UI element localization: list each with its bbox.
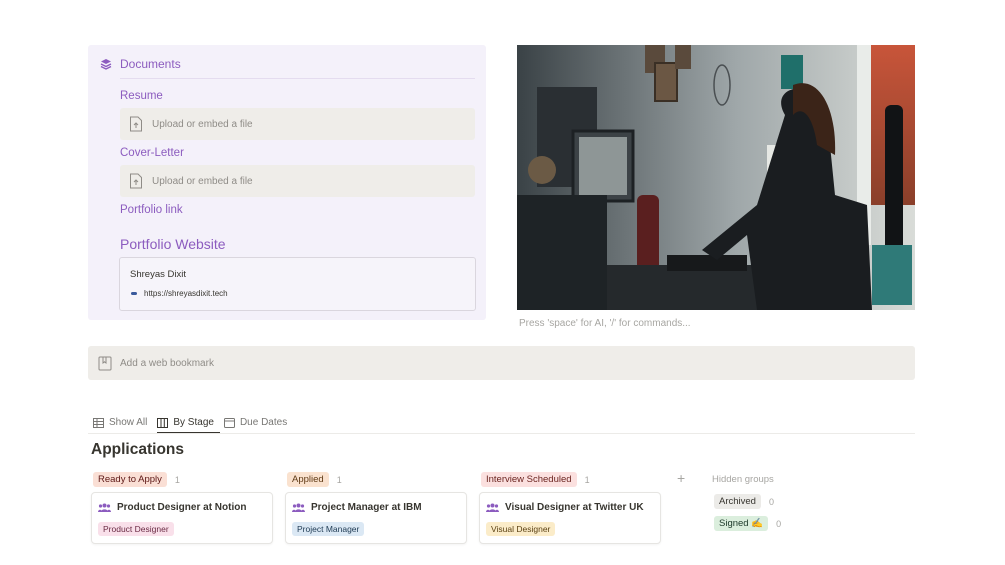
group-tag: Interview Scheduled (481, 472, 577, 487)
tab-label: By Stage (173, 417, 214, 428)
layers-icon (100, 59, 112, 70)
group-tag: Archived (714, 494, 761, 509)
group-tag: Signed ✍️ (714, 516, 769, 531)
card-title-row: Project Manager at IBM (292, 502, 422, 513)
file-upload-icon (130, 116, 142, 132)
documents-title: Documents (120, 57, 181, 71)
add-group-button[interactable]: + (677, 470, 685, 486)
card-title: Visual Designer at Twitter UK (505, 502, 644, 513)
hidden-groups-title: Hidden groups (712, 474, 774, 485)
resume-label: Resume (120, 90, 163, 102)
group-count: 1 (584, 474, 590, 485)
board-group-header[interactable]: Interview Scheduled 1 (481, 472, 590, 487)
bookmark-icon (98, 356, 112, 370)
upload-text: Upload or embed a file (152, 175, 253, 187)
editor-placeholder[interactable]: Press 'space' for AI, '/' for commands..… (519, 318, 691, 329)
tab-label: Due Dates (239, 417, 288, 428)
cover-letter-label: Cover-Letter (120, 147, 184, 159)
cover-letter-upload[interactable]: Upload or embed a file (120, 165, 475, 197)
board-card[interactable]: Project Manager at IBM Project Manager (285, 492, 467, 544)
board-group-header[interactable]: Ready to Apply 1 (93, 472, 180, 487)
role-tag: Visual Designer (486, 522, 556, 536)
divider (88, 433, 915, 434)
role-tag: Product Designer (98, 522, 174, 536)
portfolio-bookmark-card[interactable]: Shreyas Dixit https://shreyasdixit.tech (119, 257, 476, 311)
people-icon (486, 503, 499, 512)
group-count: 0 (776, 518, 782, 529)
bookmark-url-text: https://shreyasdixit.tech (144, 289, 228, 298)
board-card[interactable]: Visual Designer at Twitter UK Visual Des… (479, 492, 661, 544)
link-icon (131, 292, 137, 295)
group-count: 1 (174, 474, 180, 485)
bookmark-title: Shreyas Dixit (130, 269, 186, 280)
cover-photo (517, 45, 915, 310)
people-icon (98, 503, 111, 512)
hidden-group-row[interactable]: Archived 0 (714, 494, 774, 509)
group-count: 1 (336, 474, 342, 485)
card-title-row: Product Designer at Notion (98, 502, 246, 513)
divider (120, 78, 475, 79)
people-icon (292, 503, 305, 512)
portfolio-link-label: Portfolio link (120, 204, 183, 216)
tab-by-stage[interactable]: By Stage (157, 413, 220, 434)
web-bookmark-text: Add a web bookmark (120, 357, 214, 369)
group-tag: Applied (287, 472, 329, 487)
group-tag: Ready to Apply (93, 472, 167, 487)
calendar-icon (223, 417, 235, 428)
board-group-header[interactable]: Applied 1 (287, 472, 342, 487)
view-tabs: Show All By Stage Due Dates (93, 413, 297, 434)
board-card[interactable]: Product Designer at Notion Product Desig… (91, 492, 273, 544)
resume-upload[interactable]: Upload or embed a file (120, 108, 475, 140)
tab-show-all[interactable]: Show All (93, 413, 153, 432)
card-title: Project Manager at IBM (311, 502, 422, 513)
portfolio-website-title: Portfolio Website (120, 236, 226, 252)
web-bookmark-block[interactable]: Add a web bookmark (88, 346, 915, 380)
hidden-group-row[interactable]: Signed ✍️ 0 (714, 516, 781, 531)
card-title-row: Visual Designer at Twitter UK (486, 502, 644, 513)
documents-heading: Documents (100, 57, 181, 71)
database-title[interactable]: Applications (91, 441, 184, 459)
tab-label: Show All (109, 417, 148, 428)
file-upload-icon (130, 173, 142, 189)
bookmark-url[interactable]: https://shreyasdixit.tech (130, 289, 228, 298)
tab-due-dates[interactable]: Due Dates (223, 413, 293, 432)
role-tag: Project Manager (292, 522, 365, 536)
group-count: 0 (768, 496, 774, 507)
board-icon (157, 417, 169, 428)
card-title: Product Designer at Notion (117, 502, 247, 513)
upload-text: Upload or embed a file (152, 118, 253, 130)
table-icon (93, 417, 104, 428)
